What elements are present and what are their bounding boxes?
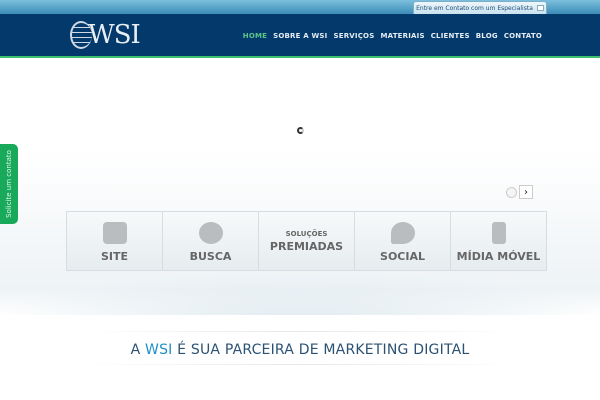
tagline: A WSI É SUA PARCEIRA DE MARKETING DIGITA… — [130, 342, 470, 358]
expand-icon — [536, 5, 544, 11]
tile-midia-movel[interactable]: MÍDIA MÓVEL — [451, 212, 546, 270]
service-tiles: SITE BUSCA SOLUÇÕES PREMIADAS SOCIAL MÍDI… — [66, 211, 547, 271]
top-bar: Entre em Contato com um Especialista — [0, 0, 600, 14]
tile-social[interactable]: SOCIAL — [355, 212, 451, 270]
slide-dot[interactable] — [506, 186, 517, 198]
nav-sobre[interactable]: SOBRE A WSI — [273, 32, 327, 40]
globe-search-icon — [198, 222, 223, 244]
wsi-logo[interactable]: WSI — [70, 20, 141, 50]
next-slide-button[interactable]: › — [519, 185, 533, 199]
divider — [80, 331, 520, 332]
contact-specialist-button[interactable]: Entre em Contato com um Especialista — [413, 1, 547, 14]
nav-materiais[interactable]: MATERIAIS — [380, 32, 424, 40]
tile-solucoes-premiadas[interactable]: SOLUÇÕES PREMIADAS — [259, 212, 355, 270]
loading-spinner-icon — [297, 127, 304, 134]
main-nav: HOME SOBRE A WSI SERVIÇOS MATERIAIS CLIE… — [243, 32, 542, 40]
tile-site[interactable]: SITE — [67, 212, 163, 270]
nav-home[interactable]: HOME — [243, 32, 267, 40]
slider-controls: › — [506, 185, 533, 199]
divider — [80, 364, 520, 365]
mobile-phone-icon — [491, 222, 506, 244]
laptop-icon — [102, 222, 127, 244]
header: WSI HOME SOBRE A WSI SERVIÇOS MATERIAIS … — [0, 14, 600, 58]
nav-servicos[interactable]: SERVIÇOS — [333, 32, 374, 40]
tile-busca[interactable]: BUSCA — [163, 212, 259, 270]
nav-clientes[interactable]: CLIENTES — [431, 32, 470, 40]
chat-bubble-icon — [390, 222, 415, 244]
nav-contato[interactable]: CONTATO — [504, 32, 542, 40]
request-contact-tab[interactable]: Solicite um contato — [0, 144, 18, 224]
nav-blog[interactable]: BLOG — [476, 32, 498, 40]
